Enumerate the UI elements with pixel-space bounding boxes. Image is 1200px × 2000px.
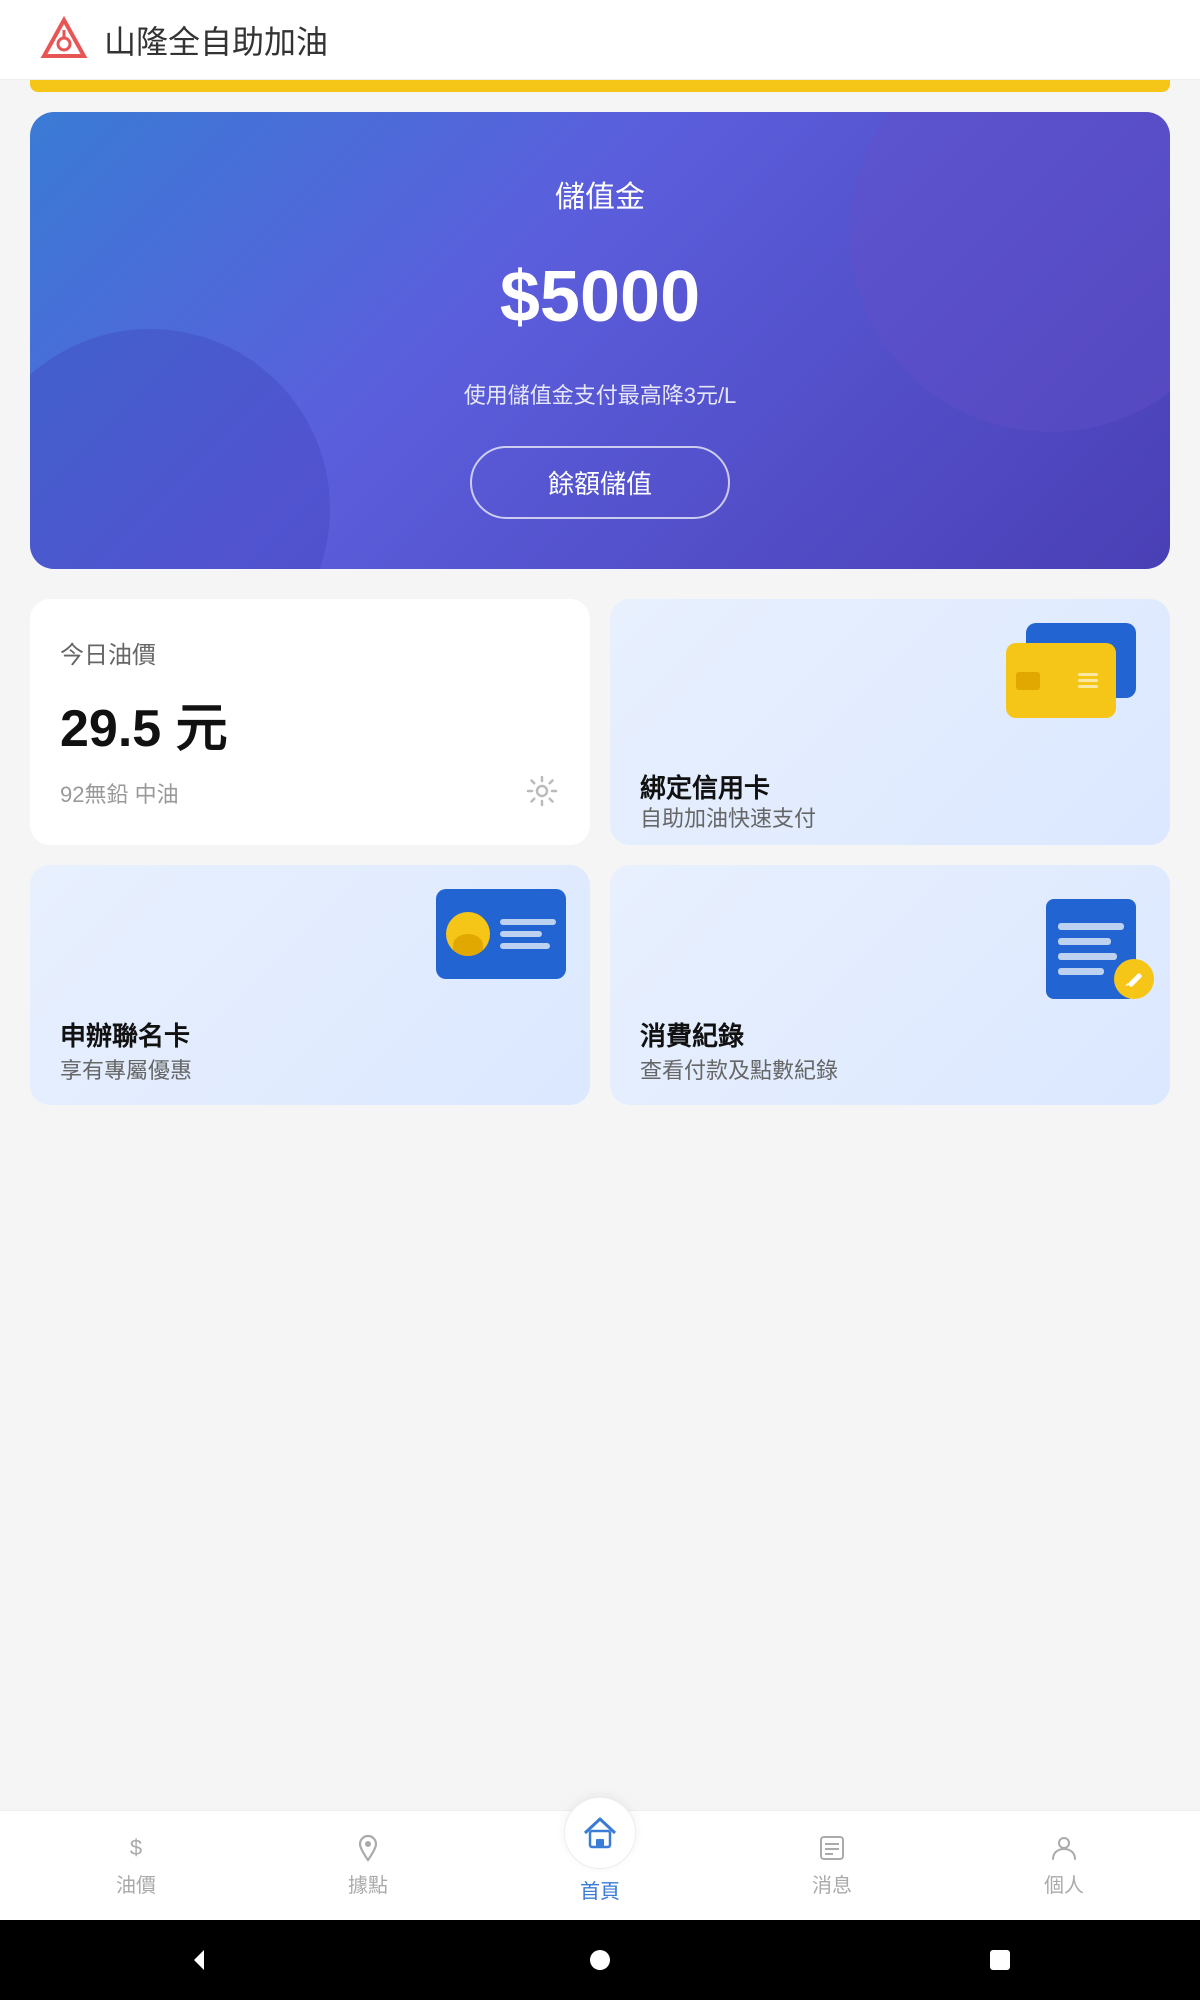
nav-label-news: 消息 [812, 1869, 852, 1898]
app-title: 山隆全自助加油 [104, 17, 328, 63]
person-icon [1049, 1833, 1079, 1863]
nav-label-locations: 據點 [348, 1869, 388, 1898]
news-icon [817, 1833, 847, 1863]
transaction-subtitle: 查看付款及點數紀錄 [640, 1053, 838, 1085]
membership-card-widget[interactable]: 申辦聯名卡 享有專屬優惠 [30, 865, 590, 1105]
recharge-button[interactable]: 餘額儲值 [470, 446, 730, 519]
membership-icon [436, 889, 566, 979]
nav-item-home[interactable]: 首頁 [484, 1827, 716, 1904]
oil-price-desc: 92無鉛 中油 [60, 777, 560, 809]
nav-label-oil-price: 油價 [116, 1869, 156, 1898]
card-chip [1016, 672, 1040, 690]
main-content: 儲值金 $5000 使用儲值金支付最高降3元/L 餘額儲值 今日油價 29.5 … [0, 92, 1200, 1145]
nav-item-news[interactable]: 消息 [716, 1833, 948, 1898]
dollar-icon: $ [121, 1833, 151, 1863]
oil-price-card: 今日油價 29.5 元 92無鉛 中油 [30, 599, 590, 845]
svg-text:$: $ [130, 1835, 142, 1860]
back-button[interactable] [182, 1942, 218, 1978]
nav-item-profile[interactable]: 個人 [948, 1833, 1180, 1898]
location-icon [353, 1833, 383, 1863]
system-bar [0, 1920, 1200, 2000]
bottom-nav: $ 油價 據點 首頁 消息 [0, 1810, 1200, 1920]
home-icon [580, 1813, 620, 1853]
home-button[interactable] [582, 1942, 618, 1978]
oil-price-value: 29.5 元 [60, 686, 560, 761]
balance-label: 儲值金 [70, 172, 1130, 216]
grid-row-2: 申辦聯名卡 享有專屬優惠 [30, 865, 1170, 1105]
app-logo [40, 16, 88, 64]
yellow-accent-bar [30, 80, 1170, 92]
transaction-widget[interactable]: 消費紀錄 查看付款及點數紀錄 [610, 865, 1170, 1105]
oil-price-label: 今日油價 [60, 635, 560, 670]
card-front [1006, 643, 1116, 718]
header: 山隆全自助加油 [0, 0, 1200, 80]
membership-title: 申辦聯名卡 [60, 1016, 190, 1053]
id-lines [500, 919, 556, 949]
credit-card-icon [1006, 623, 1146, 723]
home-icon-wrap [564, 1797, 636, 1869]
transaction-icon [1046, 889, 1146, 999]
doc-pen [1114, 959, 1154, 999]
membership-subtitle: 享有專屬優惠 [60, 1053, 192, 1085]
balance-card: 儲值金 $5000 使用儲值金支付最高降3元/L 餘額儲值 [30, 112, 1170, 569]
credit-card-subtitle: 自助加油快速支付 [640, 801, 816, 833]
nav-label-home: 首頁 [580, 1875, 620, 1904]
nav-item-locations[interactable]: 據點 [252, 1833, 484, 1898]
nav-label-profile: 個人 [1044, 1869, 1084, 1898]
settings-icon[interactable] [524, 773, 560, 809]
transaction-title: 消費紀錄 [640, 1016, 744, 1053]
balance-tip: 使用儲值金支付最高降3元/L [70, 378, 1130, 410]
balance-amount: $5000 [70, 256, 1130, 338]
nav-item-oil-price[interactable]: $ 油價 [20, 1833, 252, 1898]
id-avatar [446, 912, 490, 956]
credit-card-title: 綁定信用卡 [640, 768, 770, 805]
credit-card-widget[interactable]: 綁定信用卡 自助加油快速支付 [610, 599, 1170, 845]
card-waves [1078, 673, 1098, 688]
grid-row-1: 今日油價 29.5 元 92無鉛 中油 [30, 599, 1170, 845]
recent-button[interactable] [982, 1942, 1018, 1978]
